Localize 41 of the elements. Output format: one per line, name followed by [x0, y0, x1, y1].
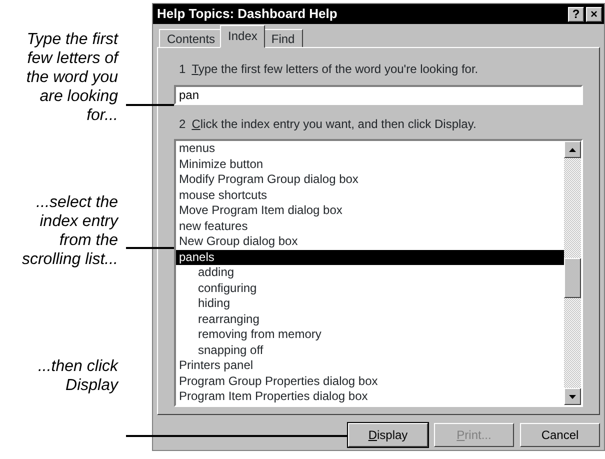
list-item[interactable]: Move Program Item dialog box [176, 203, 564, 218]
window-title: Help Topics: Dashboard Help [157, 5, 338, 24]
close-button[interactable]: × [586, 6, 602, 22]
leader-line [126, 104, 174, 106]
up-arrow-icon [569, 148, 576, 152]
step-number: 1 [179, 61, 186, 78]
list-item[interactable]: adding [176, 265, 564, 280]
list-item[interactable]: removing from memory [176, 327, 564, 342]
scroll-down-button[interactable] [564, 388, 581, 405]
instruction-text: Type the first few letters of the word you're looking for. [192, 61, 478, 78]
step-number: 2 [179, 116, 186, 133]
help-button[interactable]: ? [568, 6, 584, 22]
list-item[interactable]: Printers panel [176, 358, 564, 374]
scroll-thumb[interactable] [564, 258, 581, 298]
list-item[interactable]: rearranging [176, 312, 564, 327]
list-item[interactable]: configuring [176, 280, 564, 296]
list-item[interactable]: Minimize button [176, 156, 564, 172]
dialog-button[interactable]: Cancel [520, 423, 600, 447]
leader-line [126, 247, 174, 249]
list-item[interactable]: New Group dialog box [176, 234, 564, 250]
list-item[interactable]: snapping off [176, 342, 564, 358]
tab[interactable]: Index [220, 25, 266, 48]
scroll-up-button[interactable] [564, 141, 581, 158]
list-item[interactable]: menus [176, 141, 564, 156]
list-item[interactable]: panels [176, 250, 564, 265]
list-item[interactable]: Modify Program Group dialog box [176, 172, 564, 188]
list-item[interactable]: Program Item Properties dialog box [176, 389, 564, 404]
list-item[interactable]: mouse shortcuts [176, 188, 564, 203]
index-list[interactable] [174, 139, 583, 407]
down-arrow-icon [569, 394, 576, 398]
callout-text: Type the first few letters of the word you are looking for... [25, 30, 118, 125]
callout-text: ...then click Display [36, 357, 118, 395]
search-field[interactable]: pan [174, 85, 583, 105]
instruction-text: Click the index entry you want, and then click Display. [192, 116, 476, 133]
scrollbar[interactable] [564, 141, 581, 405]
list-item[interactable]: new features [176, 218, 564, 234]
dialog-button[interactable]: Display [348, 423, 428, 447]
tab[interactable]: Find [263, 29, 303, 48]
list-item[interactable]: Program Group Properties dialog box [176, 374, 564, 389]
list-item[interactable]: hiding [176, 296, 564, 312]
callout-text: ...select the index entry from the scrolling list... [20, 193, 118, 269]
